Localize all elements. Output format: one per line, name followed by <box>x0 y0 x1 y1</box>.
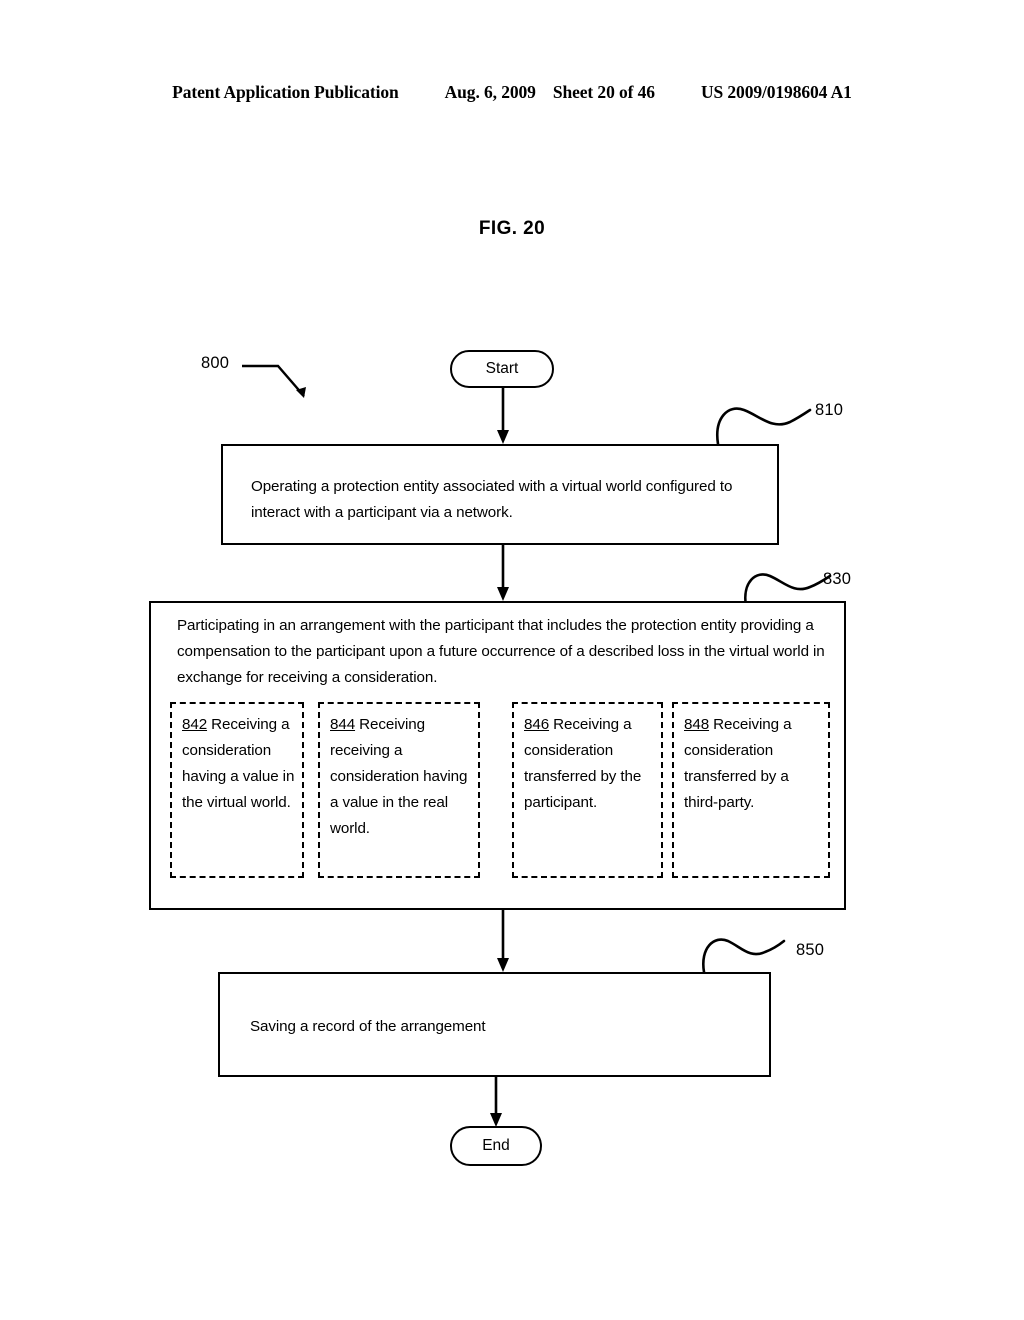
substep-box-844: 844 Receiving receiving a consideration … <box>318 702 480 878</box>
leader-line-810 <box>706 398 816 448</box>
header-publication: Patent Application Publication <box>172 82 399 102</box>
connector-830-to-850 <box>494 910 512 974</box>
diagram-reference-label-800: 800 <box>201 354 230 372</box>
reference-label-810: 810 <box>815 401 844 419</box>
process-step-850-text: Saving a record of the arrangement <box>250 1018 486 1035</box>
header-date: Aug. 6, 2009 <box>444 82 536 102</box>
substep-846-reference: 846 <box>524 716 550 733</box>
start-terminator: Start <box>450 350 554 388</box>
substep-844-text: Receiving receiving a consideration havi… <box>330 716 468 837</box>
substep-row: 842 Receiving a consideration having a v… <box>151 702 848 882</box>
substep-846-content: 846 Receiving a consideration transferre… <box>514 704 661 816</box>
connector-start-to-810 <box>494 388 512 446</box>
connector-810-to-830 <box>494 545 512 603</box>
substep-848-reference: 848 <box>684 716 710 733</box>
substep-box-848: 848 Receiving a consideration transferre… <box>672 702 830 878</box>
start-label: Start <box>485 360 519 377</box>
process-step-810-text: Operating a protection entity associated… <box>251 478 733 521</box>
substep-box-842: 842 Receiving a consideration having a v… <box>170 702 304 878</box>
header-patent-number: US 2009/0198604 A1 <box>700 82 852 102</box>
end-terminator: End <box>450 1126 542 1166</box>
reference-label-830: 830 <box>823 570 852 588</box>
substep-box-846: 846 Receiving a consideration transferre… <box>512 702 663 878</box>
end-label: End <box>482 1137 510 1154</box>
leader-line-850 <box>694 930 790 976</box>
process-step-810: Operating a protection entity associated… <box>221 444 779 545</box>
substep-848-content: 848 Receiving a consideration transferre… <box>674 704 828 816</box>
process-step-850: Saving a record of the arrangement <box>218 972 771 1077</box>
substep-844-content: 844 Receiving receiving a consideration … <box>320 704 478 842</box>
header-sheet-number: Sheet 20 of 46 <box>552 82 655 102</box>
reference-label-850: 850 <box>796 941 825 959</box>
substep-842-reference: 842 <box>182 716 208 733</box>
substep-844-reference: 844 <box>330 716 356 733</box>
leader-line-800 <box>240 358 320 406</box>
substep-842-content: 842 Receiving a consideration having a v… <box>172 704 302 816</box>
connector-850-to-end <box>487 1077 505 1129</box>
figure-title: FIG. 20 <box>478 218 546 239</box>
process-step-830: Participating in an arrangement with the… <box>149 601 846 910</box>
page-header: Patent Application Publication Aug. 6, 2… <box>0 82 1024 103</box>
process-step-830-text: Participating in an arrangement with the… <box>177 617 825 686</box>
